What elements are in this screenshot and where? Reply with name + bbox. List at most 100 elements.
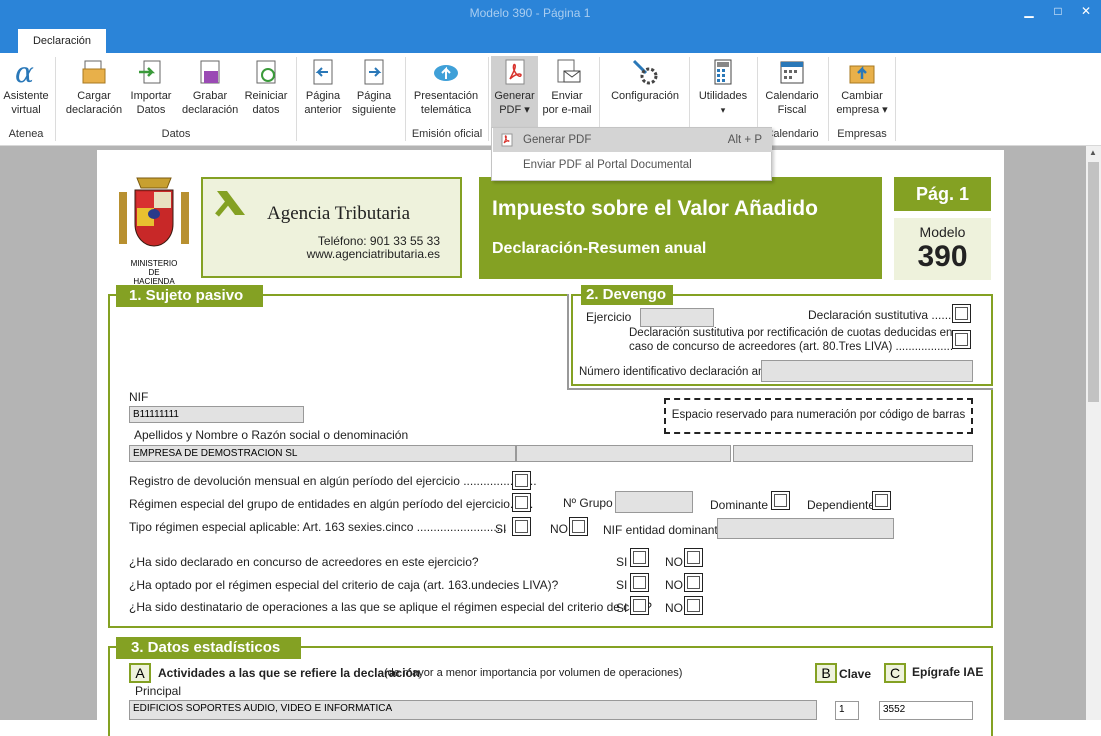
group-atenea: Atenea (8, 128, 44, 140)
section-datos-estadisticos (108, 646, 993, 736)
reset-icon (256, 60, 276, 84)
agencia-box: Agencia Tributaria Teléfono: 901 33 55 3… (201, 177, 462, 278)
q2-no-checkbox[interactable] (684, 573, 703, 592)
tipo-reg-no-checkbox[interactable] (569, 517, 588, 536)
nombre-field-2[interactable] (516, 445, 731, 462)
asistente-virtual-button[interactable]: α Asistente virtual (2, 57, 50, 117)
utilidades-button[interactable]: Utilidades ▾ (694, 57, 752, 117)
letter-b-badge: B (815, 663, 837, 683)
agencia-title: Agencia Tributaria (267, 203, 411, 224)
reg-esp-checkbox[interactable] (512, 493, 531, 512)
pdf-small-icon (501, 133, 513, 147)
q1-no-checkbox[interactable] (684, 548, 703, 567)
calendar-icon (780, 61, 804, 84)
tab-declaracion[interactable]: Declaración (18, 29, 106, 53)
title-bar: Modelo 390 - Página 1 ▁ □ ✕ (0, 0, 1101, 25)
q3-si-label: SI (616, 601, 628, 615)
letter-c-badge: C (884, 663, 906, 683)
group-emision: Emisión oficial (411, 128, 483, 140)
ministerio-label: MINISTERIO DE HACIENDA (130, 259, 178, 286)
sustitutiva-rect-label2: caso de concurso de acreedores (art. 80.… (629, 341, 954, 353)
q3-si-checkbox[interactable] (630, 596, 649, 615)
clave-field[interactable]: 1 (835, 701, 859, 720)
modelo-number: 390 (917, 240, 968, 273)
calendario-fiscal-button[interactable]: Calendario Fiscal (760, 57, 824, 117)
num-anterior-label: Número identificativo declaración anteri… (579, 366, 791, 378)
pagina-siguiente-button[interactable]: Página siguiente (348, 57, 400, 117)
sustitutiva-rect-label1: Declaración sustitutiva por rectificació… (629, 327, 953, 339)
calculator-icon (714, 59, 732, 85)
q3-no-checkbox[interactable] (684, 596, 703, 615)
pagina-anterior-button[interactable]: Página anterior (301, 57, 345, 117)
question-destinatario: ¿Ha sido destinatario de operaciones a l… (129, 600, 652, 614)
cambiar-empresa-button[interactable]: Cambiar empresa ▾ (834, 57, 890, 117)
nif-dom-label: NIF entidad dominante (603, 523, 725, 537)
question-concurso: ¿Ha sido declarado en concurso de acreed… (129, 555, 479, 569)
folder-up-icon (849, 65, 875, 84)
n-grupo-field[interactable] (615, 491, 693, 513)
group-empresas: Empresas (837, 128, 887, 140)
epigrafe-field[interactable]: 3552 (879, 701, 973, 720)
nombre-field-3[interactable] (733, 445, 973, 462)
save-icon (200, 60, 220, 84)
reiniciar-datos-button[interactable]: Reiniciar datos (242, 57, 290, 117)
dependiente-checkbox[interactable] (872, 491, 891, 510)
q1-no-label: NO (665, 555, 683, 569)
clave-label: Clave (839, 667, 872, 681)
folder-load-icon (82, 60, 106, 84)
dominante-checkbox[interactable] (771, 491, 790, 510)
impuesto-title: Impuesto sobre el Valor Añadido (492, 197, 818, 220)
reg-esp-label: Régimen especial del grupo de entidades … (129, 497, 534, 511)
page-number-badge: Pág. 1 (894, 177, 991, 211)
q3-no-label: NO (665, 601, 683, 615)
tipo-reg-label: Tipo régimen especial aplicable: Art. 16… (129, 520, 507, 534)
question-criterio-caja: ¿Ha optado por el régimen especial del c… (129, 578, 559, 592)
close-button[interactable]: ✕ (1076, 2, 1096, 22)
configuracion-button[interactable]: Configuración (606, 57, 684, 103)
generar-pdf-dropdown: Generar PDF Alt + P Enviar PDF al Portal… (491, 127, 772, 181)
barcode-label: Espacio reservado para numeración por có… (671, 409, 966, 421)
sustitutiva-checkbox[interactable] (952, 304, 971, 323)
agencia-logo-icon (215, 191, 245, 217)
minimize-button[interactable]: ▁ (1019, 2, 1039, 22)
q2-si-checkbox[interactable] (630, 573, 649, 592)
email-icon (557, 59, 581, 83)
scroll-up-icon[interactable]: ▲ (1089, 148, 1097, 157)
section3-header: 3. Datos estadísticos (116, 637, 301, 659)
q1-si-label: SI (616, 555, 628, 569)
tipo-reg-si-label: SI (495, 522, 507, 536)
maximize-button[interactable]: □ (1048, 2, 1068, 22)
presentacion-telematica-button[interactable]: Presentación telemática (410, 57, 482, 117)
nif-field[interactable]: B11111111 (129, 406, 304, 423)
coat-of-arms-icon (119, 177, 189, 247)
enviar-email-button[interactable]: Enviar por e-mail (540, 57, 594, 117)
ejercicio-field[interactable] (640, 308, 714, 327)
reg-dev-checkbox[interactable] (512, 471, 531, 490)
section1-header: 1. Sujeto pasivo (116, 285, 263, 307)
num-anterior-field[interactable] (761, 360, 973, 382)
q1-si-checkbox[interactable] (630, 548, 649, 567)
sustitutiva-rect-checkbox[interactable] (952, 330, 971, 349)
scrollbar-thumb[interactable] (1088, 162, 1099, 402)
modelo-box: Modelo 390 (894, 218, 991, 280)
ribbon-tab-row: Declaración (0, 25, 1101, 53)
nif-dom-field[interactable] (717, 518, 894, 539)
pdf-icon (505, 59, 524, 85)
tipo-reg-si-checkbox[interactable] (512, 517, 531, 536)
menu-enviar-portal[interactable]: Enviar PDF al Portal Documental (493, 153, 772, 177)
arrow-left-icon (313, 59, 333, 85)
grabar-declaracion-button[interactable]: Grabar declaración (182, 57, 238, 117)
n-grupo-label: Nº Grupo (563, 496, 613, 510)
importar-datos-button[interactable]: Importar Datos (127, 57, 175, 117)
cargar-declaracion-button[interactable]: Cargar declaración (62, 57, 126, 117)
ejercicio-label: Ejercicio (586, 310, 632, 324)
nombre-field[interactable]: EMPRESA DE DEMOSTRACION SL (129, 445, 516, 462)
nif-label: NIF (129, 390, 149, 404)
generar-pdf-button[interactable]: Generar PDF ▾ (491, 56, 538, 129)
section2-header: 2. Devengo (581, 285, 673, 305)
cloud-upload-icon (434, 65, 458, 81)
menu-generar-pdf[interactable]: Generar PDF Alt + P (493, 128, 772, 152)
actividad-principal-field[interactable]: EDIFICIOS SOPORTES AUDIO, VIDEO E INFORM… (129, 700, 817, 720)
impuesto-banner: Impuesto sobre el Valor Añadido Declarac… (479, 177, 882, 279)
reg-dev-label: Registro de devolución mensual en algún … (129, 474, 537, 488)
